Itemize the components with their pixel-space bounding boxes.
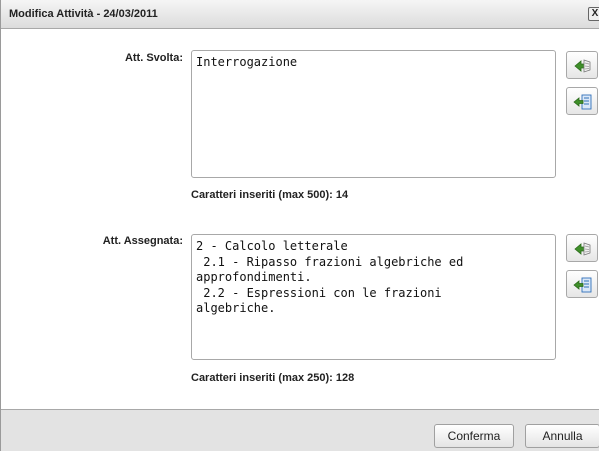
dialog-footer: Conferma Annulla [1,409,599,451]
cancel-button[interactable]: Annulla [525,424,599,448]
close-button[interactable]: X [588,7,599,21]
att-svolta-insert-button[interactable] [566,87,598,115]
att-svolta-copy-button[interactable] [566,51,598,79]
confirm-button[interactable]: Conferma [434,424,514,448]
close-icon: X [591,8,599,19]
copy-icon [574,59,591,73]
dialog-titlebar: Modifica Attività - 24/03/2011 X [1,0,599,29]
att-assegnata-textarea[interactable]: 2 - Calcolo letterale 2.1 - Ripasso fraz… [191,234,556,360]
copy-icon [574,242,591,256]
att-svolta-textarea[interactable]: Interrogazione [191,50,556,178]
insert-icon [573,94,592,110]
att-svolta-counter: Caratteri inseriti (max 500): 14 [191,189,349,201]
att-assegnata-copy-button[interactable] [566,234,598,262]
dialog-title: Modifica Attività - 24/03/2011 [9,8,158,20]
att-assegnata-counter: Caratteri inseriti (max 250): 128 [191,372,355,384]
att-assegnata-label: Att. Assegnata: [102,235,183,247]
att-assegnata-insert-button[interactable] [566,270,598,298]
att-svolta-label: Att. Svolta: [124,52,183,64]
insert-icon [573,277,592,293]
edit-activity-dialog: Modifica Attività - 24/03/2011 X Att. Sv… [0,0,599,451]
